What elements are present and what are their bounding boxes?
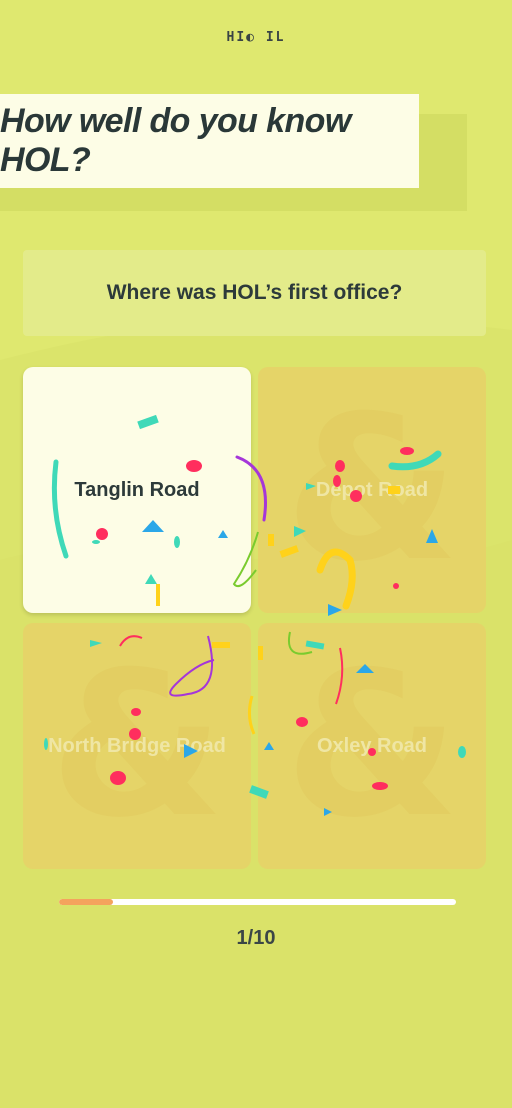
answer-option-oxley-road[interactable]: & Oxley Road — [258, 623, 486, 869]
answer-label: Tanglin Road — [74, 478, 200, 501]
answer-option-depot-road[interactable]: & Depot Road — [258, 367, 486, 613]
question-text: Where was HOL’s first office? — [106, 281, 403, 304]
answer-label: Depot Road — [315, 478, 429, 501]
progress-bar — [59, 899, 456, 905]
answer-label: Oxley Road — [316, 734, 428, 757]
hol-logo: HI◐ IL — [226, 30, 286, 45]
question-box: Where was HOL’s first office? — [23, 250, 486, 336]
answer-option-north-bridge-road[interactable]: & North Bridge Road — [23, 623, 251, 869]
question-counter: 1/10 — [236, 927, 276, 949]
answer-option-tanglin-road[interactable]: Tanglin Road — [23, 367, 251, 613]
title-card: How well do you know HOL? — [0, 94, 419, 188]
page-title: How well do you know HOL? — [0, 102, 351, 179]
answer-label: North Bridge Road — [48, 734, 226, 757]
progress-bar-fill — [59, 899, 113, 905]
